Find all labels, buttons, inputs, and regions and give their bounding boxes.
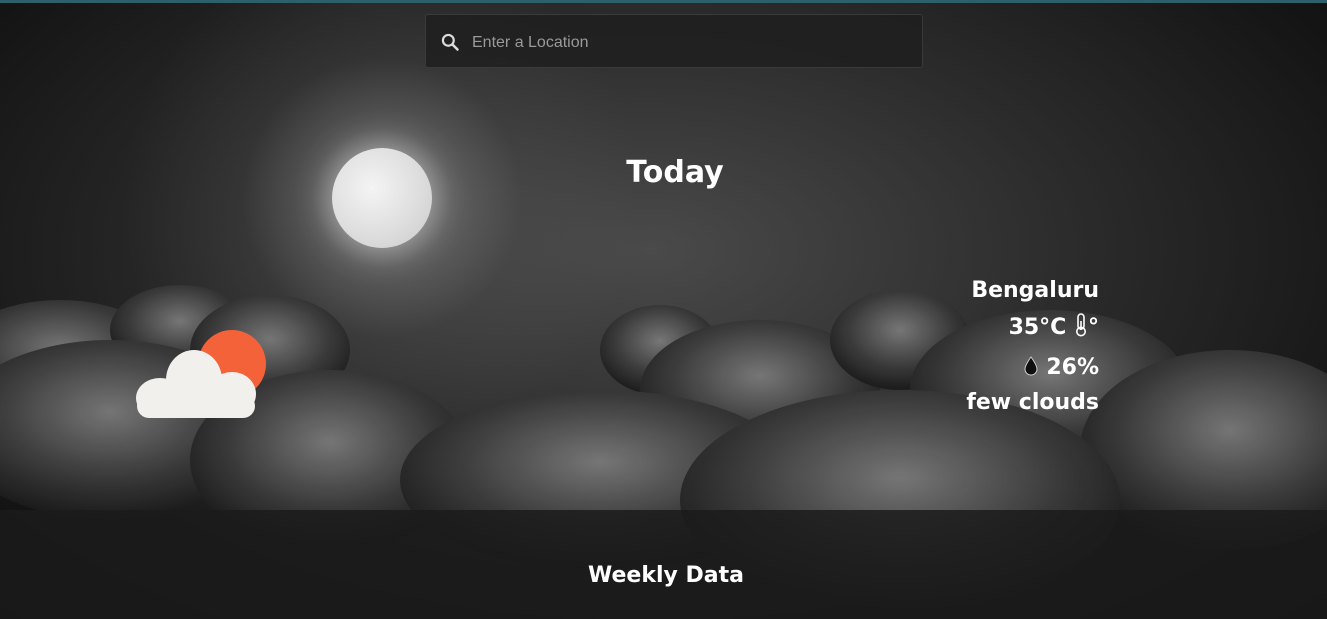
weekly-data-heading: Weekly Data <box>588 563 744 588</box>
partly-cloudy-day-icon <box>136 330 266 418</box>
weather-description: few clouds <box>966 390 1099 415</box>
temperature-row: 35°C ° <box>966 308 1099 348</box>
moon-background-image <box>332 148 432 248</box>
droplet-icon <box>1024 356 1038 376</box>
weather-app: Today Bengaluru 35°C ° 26% few clouds <box>0 0 1327 619</box>
degree-mark: ° <box>1088 315 1099 340</box>
humidity-row: 26% <box>966 348 1099 388</box>
humidity-value: 26% <box>1046 355 1099 380</box>
temperature-value: 35°C <box>1008 315 1067 340</box>
search-icon <box>441 33 459 51</box>
today-heading: Today <box>626 155 724 190</box>
top-accent-bar <box>0 0 1327 3</box>
thermometer-icon <box>1076 313 1086 337</box>
location-input[interactable] <box>470 27 894 59</box>
current-weather-panel: Bengaluru 35°C ° 26% few clouds <box>966 278 1099 418</box>
city-name: Bengaluru <box>971 278 1099 303</box>
location-search-bar[interactable] <box>425 14 923 68</box>
